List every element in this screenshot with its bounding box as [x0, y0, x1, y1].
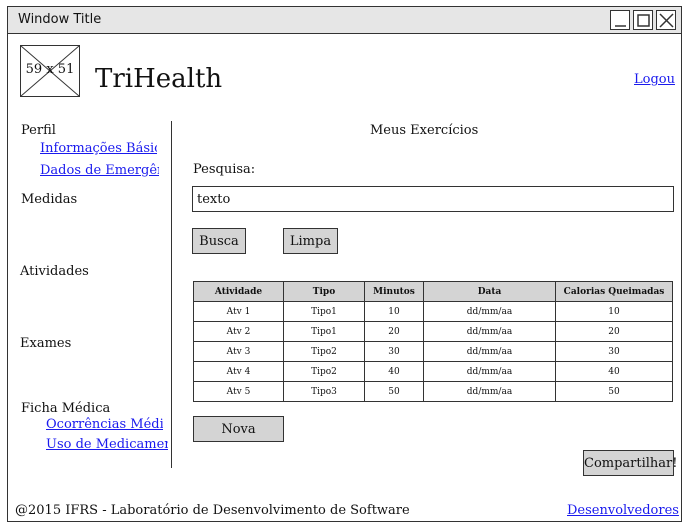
share-button[interactable]: Compartilhar! — [583, 450, 678, 476]
column-header-tipo[interactable]: Tipo — [283, 281, 365, 302]
sidebar-section-medidas[interactable]: Medidas — [21, 192, 77, 207]
table-row[interactable]: Atv 5 Tipo3 50 dd/mm/aa 50 — [193, 381, 673, 402]
column-header-minutos[interactable]: Minutos — [364, 281, 424, 302]
column-header-calorias[interactable]: Calorias Queimadas — [555, 281, 673, 302]
table-cell: 20 — [555, 321, 673, 342]
page-title: Meus Exercícios — [370, 123, 479, 138]
maximize-icon — [637, 14, 650, 27]
table-cell: 40 — [555, 361, 673, 382]
sidebar-section-atividades[interactable]: Atividades — [20, 264, 89, 279]
table-cell: 50 — [555, 381, 673, 402]
close-button[interactable] — [656, 10, 676, 30]
sidebar-section-ficha-medica: Ficha Médica — [21, 401, 111, 416]
sidebar-item-uso-medicamentos[interactable]: Uso de Medicamentos — [46, 437, 168, 452]
table-header-row: Atividade Tipo Minutos Data Calorias Que… — [193, 281, 673, 302]
footer-copyright: @2015 IFRS - Laboratório de Desenvolvime… — [15, 503, 410, 518]
brand-title: TriHealth — [95, 64, 223, 94]
table-cell: 10 — [364, 301, 424, 322]
table-cell: dd/mm/aa — [423, 341, 556, 362]
column-header-atividade[interactable]: Atividade — [193, 281, 284, 302]
new-button[interactable]: Nova — [193, 416, 284, 442]
app-window: Window Title 59 x 51 TriHealth Logou Per… — [7, 6, 682, 522]
sidebar-item-ocorrencias-medicas[interactable]: Ocorrências Médicas — [46, 417, 163, 432]
minimize-icon — [615, 25, 626, 27]
table-cell: Atv 3 — [193, 341, 284, 362]
sidebar-section-exames[interactable]: Exames — [20, 336, 71, 351]
table-cell: Tipo3 — [283, 381, 365, 402]
table-cell: Atv 4 — [193, 361, 284, 382]
table-cell: dd/mm/aa — [423, 321, 556, 342]
sidebar-section-perfil: Perfil — [21, 123, 56, 138]
table-row[interactable]: Atv 1 Tipo1 10 dd/mm/aa 10 — [193, 301, 673, 322]
sidebar-item-informacoes-basicas[interactable]: Informações Básicas — [40, 141, 157, 156]
table-cell: Atv 5 — [193, 381, 284, 402]
clear-button[interactable]: Limpa — [283, 228, 338, 254]
table-cell: Atv 2 — [193, 321, 284, 342]
maximize-button[interactable] — [633, 10, 653, 30]
title-bar: Window Title — [8, 7, 681, 34]
table-cell: 40 — [364, 361, 424, 382]
table-row[interactable]: Atv 2 Tipo1 20 dd/mm/aa 20 — [193, 321, 673, 342]
table-cell: dd/mm/aa — [423, 361, 556, 382]
column-header-data[interactable]: Data — [423, 281, 556, 302]
table-cell: Tipo1 — [283, 321, 365, 342]
logo-size-label: 59 x 51 — [25, 62, 75, 77]
search-button[interactable]: Busca — [192, 228, 246, 254]
table-row[interactable]: Atv 3 Tipo2 30 dd/mm/aa 30 — [193, 341, 673, 362]
logo-placeholder: 59 x 51 — [20, 45, 80, 97]
window-title: Window Title — [18, 12, 102, 27]
table-cell: Tipo2 — [283, 361, 365, 382]
table-cell: 30 — [555, 341, 673, 362]
exercises-table: Atividade Tipo Minutos Data Calorias Que… — [193, 281, 673, 402]
table-cell: Tipo1 — [283, 301, 365, 322]
table-cell: 20 — [364, 321, 424, 342]
table-cell: 30 — [364, 341, 424, 362]
logout-link[interactable]: Logou — [634, 72, 675, 87]
table-cell: Atv 1 — [193, 301, 284, 322]
sidebar-item-dados-emergencia[interactable]: Dados de Emergência — [40, 163, 159, 178]
table-cell: 50 — [364, 381, 424, 402]
table-row[interactable]: Atv 4 Tipo2 40 dd/mm/aa 40 — [193, 361, 673, 382]
table-cell: Tipo2 — [283, 341, 365, 362]
search-input[interactable] — [192, 186, 674, 212]
search-label: Pesquisa: — [193, 162, 256, 177]
table-cell: 10 — [555, 301, 673, 322]
minimize-button[interactable] — [610, 10, 630, 30]
sidebar-divider — [171, 121, 172, 468]
close-icon — [659, 13, 674, 28]
developers-link[interactable]: Desenvolvedores — [567, 503, 679, 518]
table-cell: dd/mm/aa — [423, 301, 556, 322]
table-cell: dd/mm/aa — [423, 381, 556, 402]
